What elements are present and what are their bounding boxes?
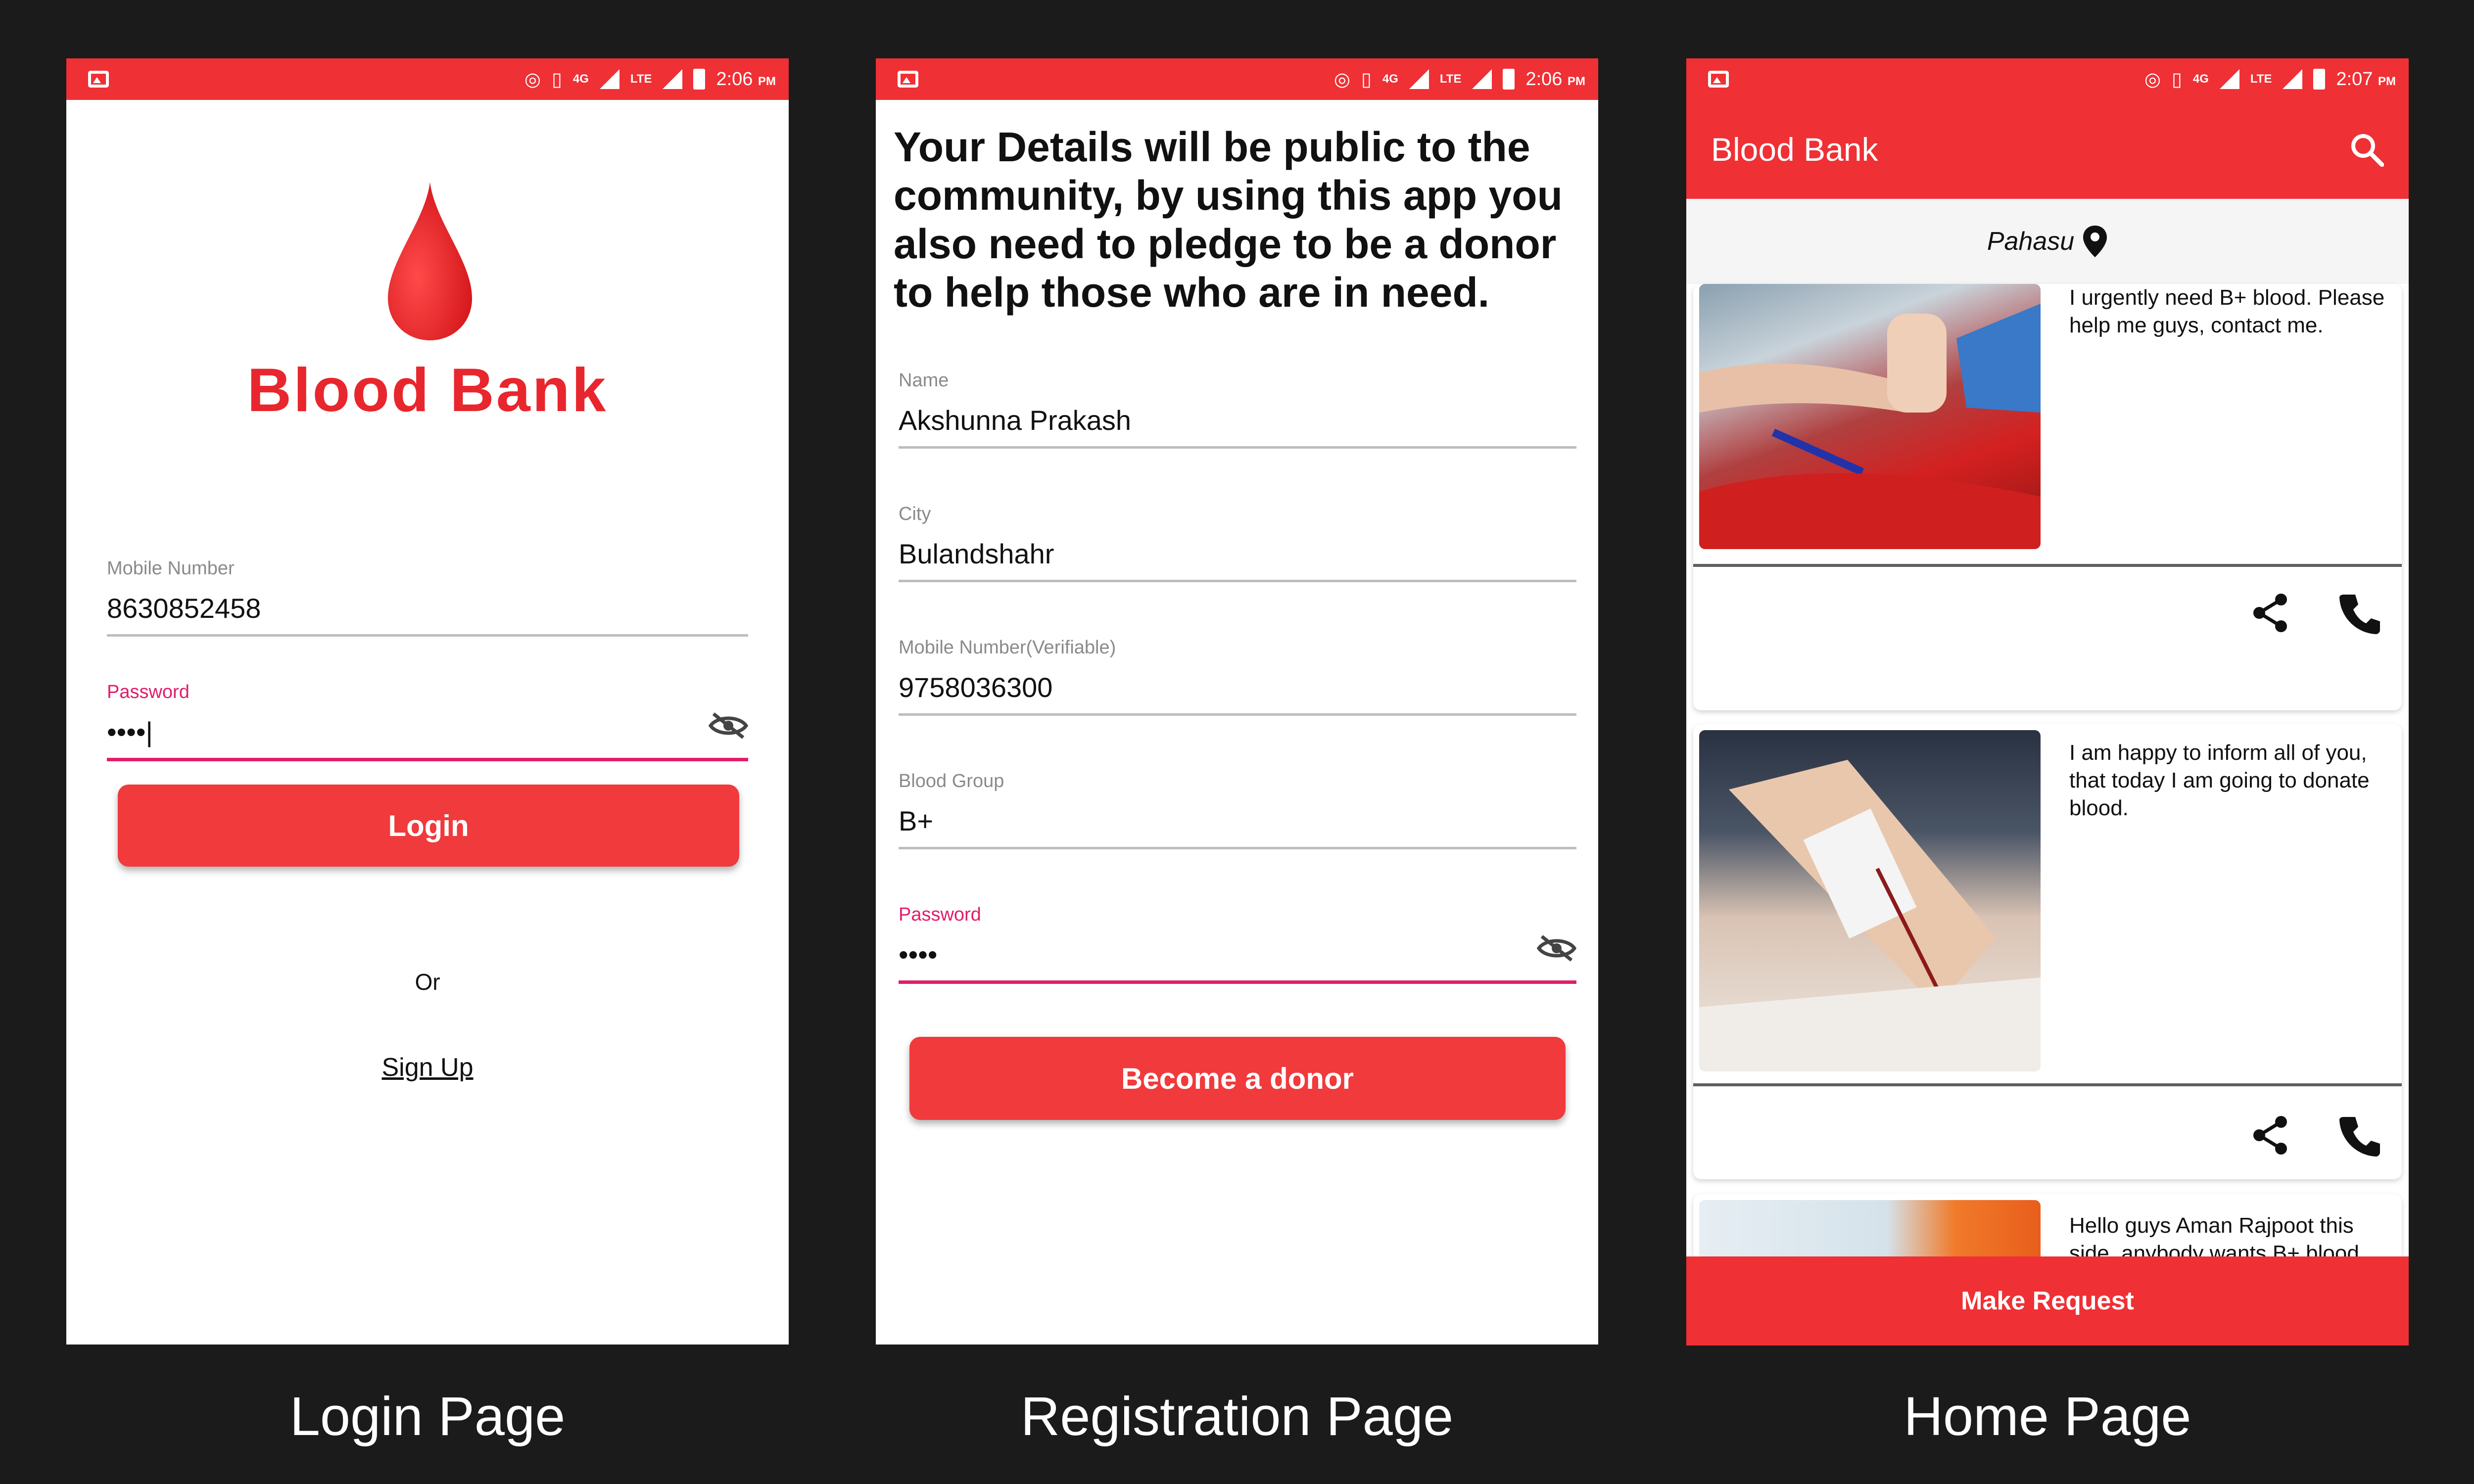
password-input[interactable]: ••••| <box>107 716 153 748</box>
network-type: 4G <box>2192 72 2209 86</box>
location-pin-icon <box>2083 226 2107 257</box>
make-request-button[interactable]: Make Request <box>1686 1256 2409 1345</box>
card-divider <box>1693 1083 2402 1086</box>
search-icon[interactable] <box>2349 132 2384 167</box>
caption-registration: Registration Page <box>1020 1386 1454 1447</box>
public-details-notice: Your Details will be public to the commu… <box>894 124 1563 316</box>
password-label: Password <box>107 682 190 702</box>
hotspot-icon: ◎ <box>1333 69 1350 90</box>
mobile-number-input[interactable]: 9758036300 <box>899 671 1576 703</box>
blood-group-input[interactable]: B+ <box>899 805 1576 837</box>
status-bar: ◎ ▯ 4G LTE 2:06 PM <box>66 58 789 100</box>
field-underline <box>899 980 1576 984</box>
share-icon[interactable] <box>2248 591 2293 635</box>
password-input[interactable]: •••• <box>899 938 937 971</box>
eye-off-icon[interactable] <box>709 712 748 740</box>
hotspot-icon: ◎ <box>524 69 541 90</box>
name-label: Name <box>899 370 949 391</box>
lte-label: LTE <box>630 72 652 86</box>
signal-icon <box>1472 69 1492 89</box>
post-text: I urgently need B+ blood. Please help me… <box>2069 285 2385 337</box>
password-field[interactable]: Password ••••| <box>107 682 748 761</box>
field-underline <box>899 580 1576 582</box>
mobile-number-field[interactable]: Mobile Number 8630852458 <box>107 558 748 637</box>
battery-icon <box>1503 69 1515 90</box>
image-icon <box>88 71 109 88</box>
or-separator: Or <box>415 969 440 995</box>
mobile-number-field[interactable]: Mobile Number(Verifiable) 9758036300 <box>899 637 1576 716</box>
blood-donation-illustration <box>1699 304 2041 549</box>
city-input[interactable]: Bulandshahr <box>899 538 1576 570</box>
request-card[interactable]: I am happy to inform all of you, that to… <box>1693 724 2402 1179</box>
app-brand-title: Blood Bank <box>247 356 608 424</box>
home-screen: ◎ ▯ 4G LTE 2:07 PM Blood Bank Pahasu I u… <box>1686 58 2409 1345</box>
app-title: Blood Bank <box>1711 131 1878 168</box>
field-underline <box>107 634 748 637</box>
become-donor-button[interactable]: Become a donor <box>909 1037 1566 1120</box>
blood-donation-illustration <box>1699 760 2041 1071</box>
eye-off-icon[interactable] <box>1537 934 1576 962</box>
caption-home: Home Page <box>1903 1386 2191 1447</box>
lte-label: LTE <box>2250 72 2272 86</box>
battery-icon <box>2313 69 2326 90</box>
lte-label: LTE <box>1439 72 1462 86</box>
network-type: 4G <box>1382 72 1398 86</box>
signal-icon <box>1409 69 1429 89</box>
caption-login: Login Page <box>289 1386 566 1447</box>
clock: 2:06 PM <box>716 68 776 90</box>
password-label: Password <box>899 904 981 925</box>
share-icon[interactable] <box>2248 1113 2293 1158</box>
field-underline <box>899 713 1576 716</box>
mobile-number-input[interactable]: 8630852458 <box>107 592 748 624</box>
field-underline <box>107 758 748 761</box>
blood-group-field[interactable]: Blood Group B+ <box>899 771 1576 849</box>
clock: 2:06 PM <box>1525 68 1585 90</box>
clock: 2:07 PM <box>2336 68 2396 90</box>
vibrate-icon: ▯ <box>1361 69 1372 90</box>
city-label: City <box>899 504 931 524</box>
city-field[interactable]: City Bulandshahr <box>899 504 1576 582</box>
request-card[interactable]: I urgently need B+ blood. Please help me… <box>1693 284 2402 710</box>
post-photo <box>1699 284 2041 549</box>
signal-icon <box>663 69 683 89</box>
signal-icon <box>599 69 619 89</box>
phone-icon[interactable] <box>2337 1113 2382 1158</box>
vibrate-icon: ▯ <box>2171 69 2182 90</box>
hotspot-icon: ◎ <box>2144 69 2161 90</box>
post-photo <box>1699 730 2041 1071</box>
mobile-number-label: Mobile Number(Verifiable) <box>899 637 1116 658</box>
location-bar[interactable]: Pahasu <box>1686 199 2409 284</box>
registration-screen: ◎ ▯ 4G LTE 2:06 PM Your Details will be … <box>876 58 1598 1345</box>
name-field[interactable]: Name Akshunna Prakash <box>899 370 1576 449</box>
field-underline <box>899 446 1576 449</box>
card-actions <box>2248 1113 2382 1158</box>
password-field[interactable]: Password •••• <box>899 904 1576 984</box>
location-name: Pahasu <box>1987 227 2075 256</box>
phone-icon[interactable] <box>2337 591 2382 635</box>
network-type: 4G <box>572 72 589 86</box>
card-divider <box>1693 564 2402 567</box>
image-icon <box>898 71 918 88</box>
vibrate-icon: ▯ <box>551 69 562 90</box>
login-button[interactable]: Login <box>118 785 739 867</box>
card-actions <box>2248 591 2382 635</box>
name-input[interactable]: Akshunna Prakash <box>899 404 1576 436</box>
blood-drop-logo <box>388 182 472 340</box>
login-screen: ◎ ▯ 4G LTE 2:06 PM Blood Bank Mobile Num… <box>66 58 789 1345</box>
sign-up-link[interactable]: Sign Up <box>66 1053 789 1082</box>
battery-icon <box>693 69 706 90</box>
image-icon <box>1708 71 1729 88</box>
blood-group-label: Blood Group <box>899 771 1004 791</box>
app-bar: Blood Bank <box>1686 100 2409 199</box>
post-text: I am happy to inform all of you, that to… <box>2069 741 2370 820</box>
mobile-number-label: Mobile Number <box>107 558 235 579</box>
status-bar: ◎ ▯ 4G LTE 2:07 PM <box>1686 58 2409 100</box>
status-bar: ◎ ▯ 4G LTE 2:06 PM <box>876 58 1598 100</box>
signal-icon <box>2283 69 2303 89</box>
signal-icon <box>2219 69 2239 89</box>
field-underline <box>899 847 1576 849</box>
